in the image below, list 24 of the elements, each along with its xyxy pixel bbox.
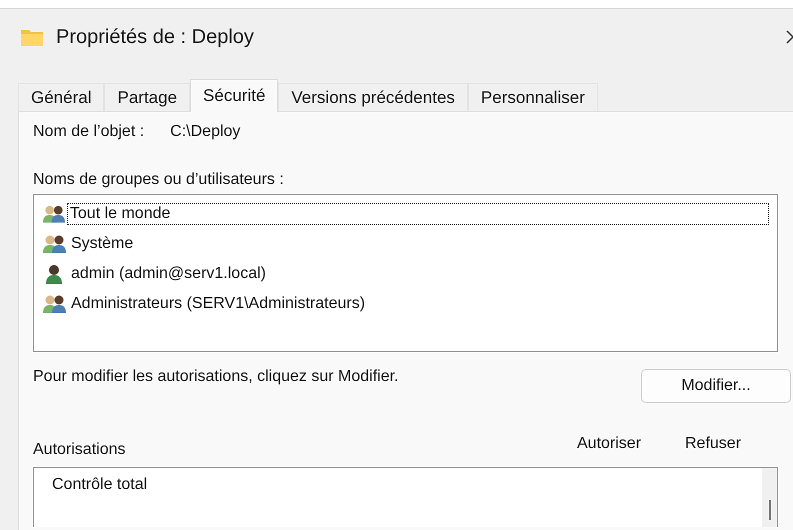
tab[interactable]: Personnaliser <box>468 83 598 111</box>
field-label: Nom de l’objet : <box>33 123 144 141</box>
edit-button[interactable]: Modifier... <box>641 369 791 403</box>
tab[interactable]: Sécurité <box>190 79 278 112</box>
column-header: Refuser <box>685 435 742 453</box>
users-icon <box>42 204 67 224</box>
window-title: Propriétés de : Deploy <box>56 26 255 48</box>
object-path: C:\Deploy <box>170 123 240 141</box>
list-item[interactable]: Système <box>68 233 136 255</box>
tab[interactable]: Général <box>18 83 104 111</box>
scrollbar[interactable] <box>762 468 777 527</box>
tab[interactable]: Versions précédentes <box>278 83 468 111</box>
users-icon <box>42 294 68 314</box>
users-icon <box>42 234 68 254</box>
list-item[interactable]: Tout le monde <box>66 203 769 225</box>
folder-icon <box>20 27 44 47</box>
list-label: Autorisations <box>33 441 126 459</box>
list-item[interactable]: Administrateurs (SERV1\Administrateurs) <box>68 293 368 315</box>
column-header: Autoriser <box>577 435 642 453</box>
tab[interactable]: Partage <box>104 83 190 111</box>
list-item[interactable]: admin (admin@serv1.local) <box>68 263 269 285</box>
permission-name: Contrôle total <box>52 476 148 494</box>
hint-text: Pour modifier les autorisations, cliquez sur Modifier. <box>33 368 398 386</box>
list-label: Noms de groupes ou d’utilisateurs : <box>33 171 285 189</box>
